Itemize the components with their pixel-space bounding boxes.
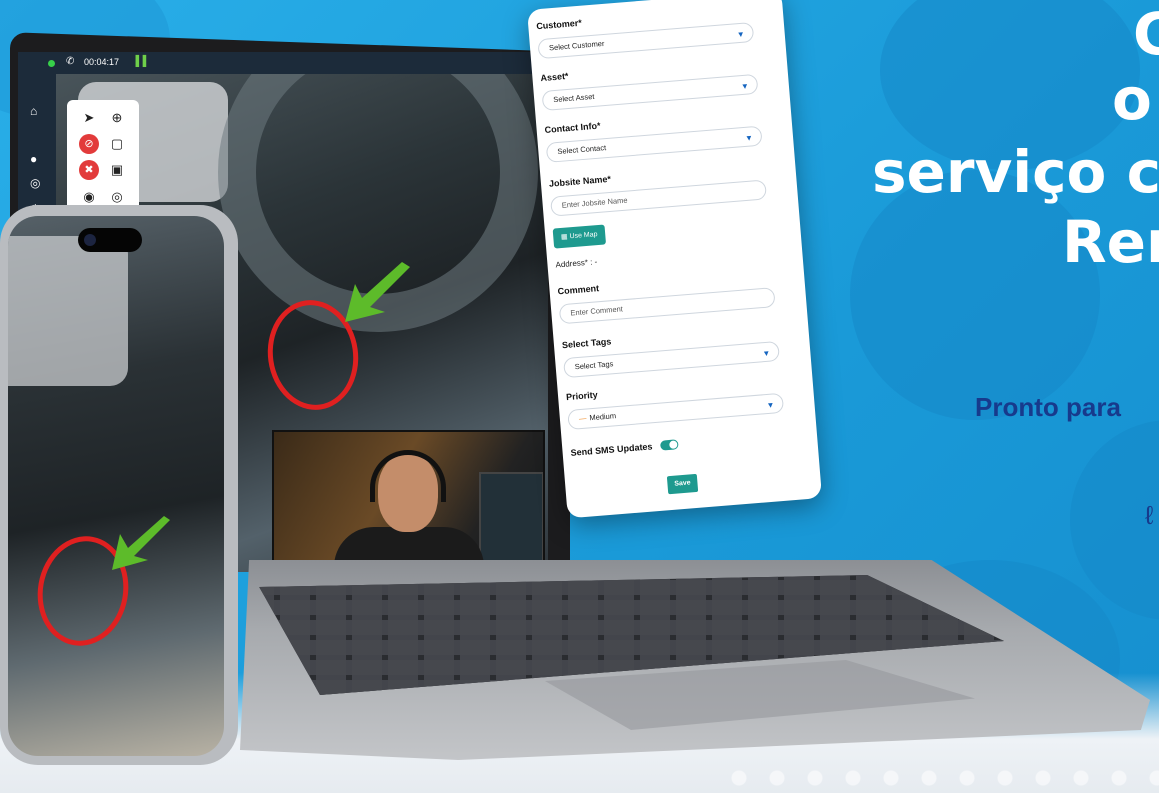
comment-label: Comment [557, 283, 600, 297]
chevron-down-icon: ▼ [762, 348, 771, 359]
contact-select-value: Select Contact [557, 143, 607, 156]
priority-indicator-icon: — [578, 413, 587, 424]
asset-label: Asset* [540, 70, 569, 84]
save-icon[interactable]: ▣ [107, 160, 127, 180]
phone-dynamic-island [78, 228, 142, 252]
home-icon[interactable]: ⌂ [30, 104, 37, 118]
customer-select-value: Select Customer [548, 38, 605, 53]
customer-label: Customer* [535, 17, 583, 32]
call-timer: 00:04:17 [84, 57, 120, 67]
headline-line-1: C [1133, 0, 1159, 68]
subheadline: Pronto para [975, 392, 1121, 422]
annotation-arrow-icon [345, 262, 410, 322]
pointer-icon[interactable]: ➤ [79, 108, 99, 128]
headline-line-2: o [1112, 65, 1152, 133]
swirl-icon: ℓ [1145, 500, 1154, 530]
tags-label: Select Tags [561, 336, 612, 351]
save-button[interactable]: Save [666, 473, 699, 495]
use-map-label: Use Map [569, 231, 598, 241]
annotation-toolbox: ➤ ⊕ ⊘ ▢ ✖ ▣ ◉ ◎ [67, 100, 139, 212]
phone-screen-video [8, 216, 224, 756]
headline-line-3: serviço c [872, 138, 1159, 206]
phone-icon[interactable]: ✆ [66, 56, 74, 67]
asset-select-value: Select Asset [552, 91, 595, 105]
asset-select[interactable]: Select Asset ▼ [541, 73, 759, 112]
location-icon[interactable]: ◉ [79, 187, 99, 207]
chevron-down-icon: ▼ [766, 400, 775, 411]
chevron-down-icon: ▼ [736, 29, 745, 40]
chevron-down-icon: ▼ [740, 81, 750, 92]
call-status-bar: ✆ 00:04:17 ▐▐ [18, 52, 548, 74]
video-off-icon[interactable]: ✖ [79, 160, 99, 180]
priority-select-value: Medium [589, 411, 617, 423]
service-request-form: Customer* Select Customer ▼ Asset* Selec… [527, 0, 823, 519]
tags-select-value: Select Tags [574, 359, 614, 372]
record-icon[interactable]: ◎ [107, 187, 127, 207]
phone-annotation-arrow-icon [112, 516, 170, 570]
chat-icon[interactable]: ▢ [107, 134, 127, 154]
signal-icon: ▐▐ [132, 56, 147, 67]
headline-line-4: Rer [1062, 208, 1159, 276]
address-text: Address* : - [555, 257, 598, 270]
jobsite-label: Jobsite Name* [548, 173, 612, 189]
priority-label: Priority [565, 389, 598, 403]
chevron-down-icon: ▼ [744, 133, 754, 143]
mic-off-icon[interactable]: ⊘ [79, 134, 99, 154]
user-icon[interactable]: ● [30, 152, 37, 166]
priority-select[interactable]: — Medium ▼ [567, 392, 785, 430]
globe-icon[interactable]: ◎ [30, 176, 40, 190]
sms-toggle[interactable] [659, 439, 679, 451]
contact-label: Contact Info* [544, 120, 601, 135]
use-map-button[interactable]: ▦ Use Map [552, 224, 607, 249]
sms-label: Send SMS Updates [570, 441, 653, 458]
zoom-in-icon[interactable]: ⊕ [107, 108, 127, 128]
live-indicator-icon [48, 60, 55, 67]
